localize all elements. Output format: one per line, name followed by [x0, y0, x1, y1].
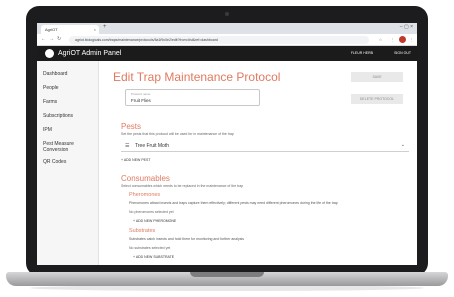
new-tab-icon[interactable]: + [103, 24, 107, 30]
pheromones-empty-text: No pheromones selected yet [129, 210, 174, 214]
pests-subtitle: Set the pests that this protocol will be… [121, 132, 234, 136]
page-title: Edit Trap Maintenance Protocol [113, 70, 281, 84]
sidebar-item-dashboard[interactable]: Dashboard [43, 71, 67, 77]
consumables-title: Consumables [121, 174, 170, 183]
user-name[interactable]: FLEUR HERB [351, 46, 373, 61]
address-bar: ← → ↻ agriot.biologicals.com/traps/maint… [37, 34, 417, 46]
screen: AgriOT × + – ▢ × ← → ↻ agriot.biological… [37, 23, 417, 265]
add-pheromone-button[interactable]: + ADD NEW PHEROMONE [133, 219, 176, 223]
sidebar-item-ipm[interactable]: IPM [43, 127, 52, 133]
pest-select[interactable]: ☰ Tree Fruit Moth ⌄ [121, 140, 409, 152]
app-title: AgriOT Admin Panel [58, 50, 122, 57]
reload-icon[interactable]: ↻ [57, 36, 61, 42]
sidebar-item-farms[interactable]: Farms [43, 99, 57, 105]
extensions-icon[interactable]: ⋮ [389, 36, 396, 43]
drag-handle-icon[interactable]: ☰ [125, 143, 129, 149]
delete-protocol-button[interactable]: DELETE PROTOCOL [351, 94, 403, 104]
chevron-down-icon[interactable]: ⌄ [401, 142, 405, 148]
sidebar-item-qr-codes[interactable]: QR Codes [43, 159, 66, 165]
pest-select-value: Tree Fruit Moth [135, 143, 169, 149]
signout-link[interactable]: SIGN OUT [394, 46, 411, 61]
laptop-notch [190, 272, 264, 277]
substrates-empty-text: No substrates selected yet [129, 246, 171, 250]
protocol-name-field[interactable]: Protocol name Fruit Flies [125, 89, 260, 106]
tab-title: AgriOT [45, 27, 58, 32]
tab-close-icon[interactable]: × [94, 25, 96, 34]
sidebar-item-subscriptions[interactable]: Subscriptions [43, 113, 73, 119]
back-icon[interactable]: ← [41, 36, 46, 42]
substrates-title: Substrates [129, 228, 156, 234]
save-button[interactable]: SAVE [351, 72, 403, 82]
window-controls[interactable]: – ▢ × [400, 24, 413, 30]
pests-title: Pests [121, 122, 142, 131]
menu-icon[interactable]: ⋮ [408, 36, 415, 43]
app-header: AgriOT Admin Panel FLEUR HERB SIGN OUT [37, 46, 417, 61]
browser-tab[interactable]: AgriOT × [41, 25, 99, 34]
sidebar-item-pest-measure-conversion[interactable]: Pest Measure Conversion [43, 141, 93, 153]
add-pest-button[interactable]: + ADD NEW PEST [121, 158, 150, 162]
browser-tabbar: AgriOT × + – ▢ × [37, 23, 417, 34]
substrates-description: Substrates catch insects and hold them f… [129, 237, 244, 241]
add-substrate-button[interactable]: + ADD NEW SUBSTRATE [133, 255, 174, 259]
sidebar-item-people[interactable]: People [43, 85, 59, 91]
pheromones-title: Pheromones [129, 192, 161, 198]
pheromones-description: Pheromones attract insects and traps cap… [129, 201, 338, 205]
star-icon[interactable]: ☆ [377, 36, 384, 43]
forward-icon[interactable]: → [49, 36, 54, 42]
protocol-name-value: Fruit Flies [131, 98, 151, 103]
laptop-mockup: AgriOT × + – ▢ × ← → ↻ agriot.biological… [0, 0, 454, 297]
logo-icon [45, 49, 54, 58]
sidebar: Dashboard People Farms Subscriptions IPM… [37, 61, 99, 265]
avatar[interactable] [399, 36, 406, 43]
camera-icon [225, 12, 229, 16]
consumables-subtitle: Select consumables which needs to be rep… [121, 184, 244, 188]
protocol-name-label: Protocol name [131, 92, 151, 96]
url-field[interactable]: agriot.biologicals.com/traps/maintenance… [69, 36, 369, 44]
